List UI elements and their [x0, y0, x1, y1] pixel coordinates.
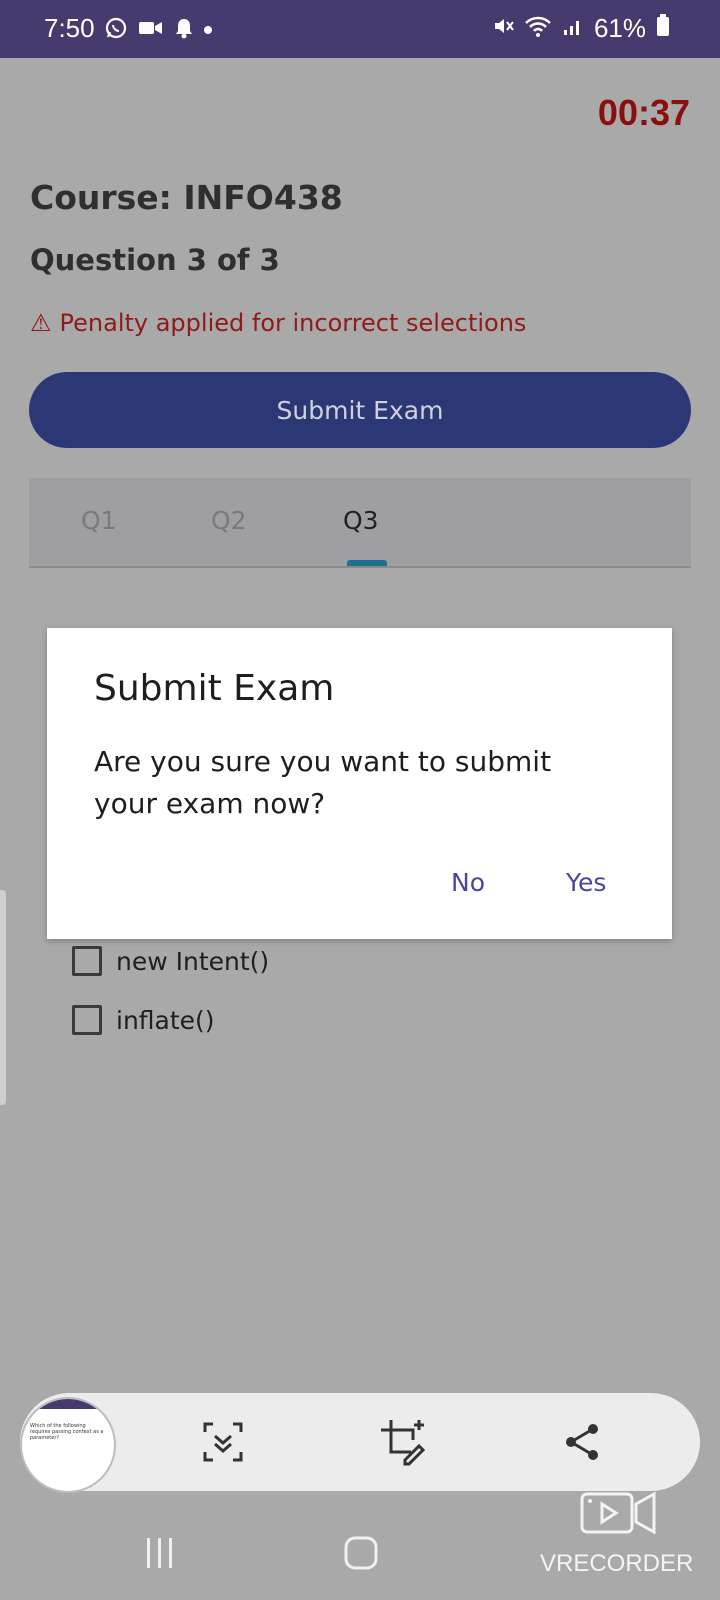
- mute-icon: [492, 13, 514, 44]
- video-recorder-icon: [580, 1491, 656, 1535]
- option-label: inflate(): [116, 1005, 215, 1035]
- question-tabs: Q1 Q2 Q3: [29, 478, 691, 568]
- checkbox[interactable]: [72, 1005, 102, 1035]
- thumbnail-text: Which of the following requires passing …: [30, 1423, 104, 1441]
- edge-panel-handle[interactable]: [0, 890, 6, 1105]
- battery-percent: 61%: [593, 13, 646, 43]
- tab-q2[interactable]: Q2: [211, 506, 247, 535]
- crop-edit-icon[interactable]: [376, 1415, 430, 1469]
- dot-icon: [204, 26, 212, 34]
- system-indicators: 61%: [492, 13, 670, 44]
- screenshot-thumbnail[interactable]: Which of the following requires passing …: [20, 1397, 116, 1493]
- course-title: Course: INFO438: [30, 178, 343, 217]
- question-counter: Question 3 of 3: [30, 243, 280, 277]
- status-time: 7:50: [44, 13, 95, 43]
- dialog-message: Are you sure you want to submit your exa…: [94, 745, 552, 820]
- warning-icon: ⚠: [30, 309, 52, 337]
- checkbox[interactable]: [72, 946, 102, 976]
- penalty-text: Penalty applied for incorrect selections: [59, 309, 527, 337]
- no-button[interactable]: No: [451, 868, 485, 897]
- tab-q1[interactable]: Q1: [81, 506, 117, 535]
- screenshot-toolbar: Which of the following requires passing …: [20, 1393, 700, 1493]
- thumbnail-header: [22, 1399, 114, 1409]
- option-label: new Intent(): [116, 946, 270, 976]
- wifi-icon: [524, 13, 552, 44]
- home-icon[interactable]: [344, 1536, 378, 1570]
- exam-timer: 00:37: [597, 92, 690, 133]
- submit-confirm-dialog: Submit Exam Are you sure you want to sub…: [47, 628, 672, 939]
- status-bar: 7:50 61%: [0, 0, 720, 58]
- submit-exam-button[interactable]: Submit Exam: [29, 372, 691, 448]
- recorder-watermark: VRECORDER: [540, 1490, 700, 1600]
- share-icon[interactable]: [556, 1415, 610, 1469]
- bell-icon: [174, 17, 194, 43]
- dialog-title: Submit Exam: [94, 668, 335, 709]
- notification-icons: [104, 16, 212, 44]
- yes-button[interactable]: Yes: [566, 868, 606, 897]
- tab-q3[interactable]: Q3: [343, 506, 379, 535]
- whatsapp-icon: [104, 16, 128, 44]
- battery-icon: [656, 13, 670, 44]
- signal-icon: [562, 13, 584, 44]
- active-tab-indicator: [347, 560, 387, 566]
- option-inflate[interactable]: inflate(): [72, 1005, 215, 1035]
- recents-icon[interactable]: [144, 1536, 176, 1570]
- video-camera-icon: [138, 18, 164, 42]
- option-new-intent[interactable]: new Intent(): [72, 946, 269, 976]
- watermark-text: VRECORDER: [540, 1550, 694, 1577]
- penalty-warning: ⚠ Penalty applied for incorrect selectio…: [30, 309, 526, 337]
- scroll-capture-icon[interactable]: [196, 1415, 250, 1469]
